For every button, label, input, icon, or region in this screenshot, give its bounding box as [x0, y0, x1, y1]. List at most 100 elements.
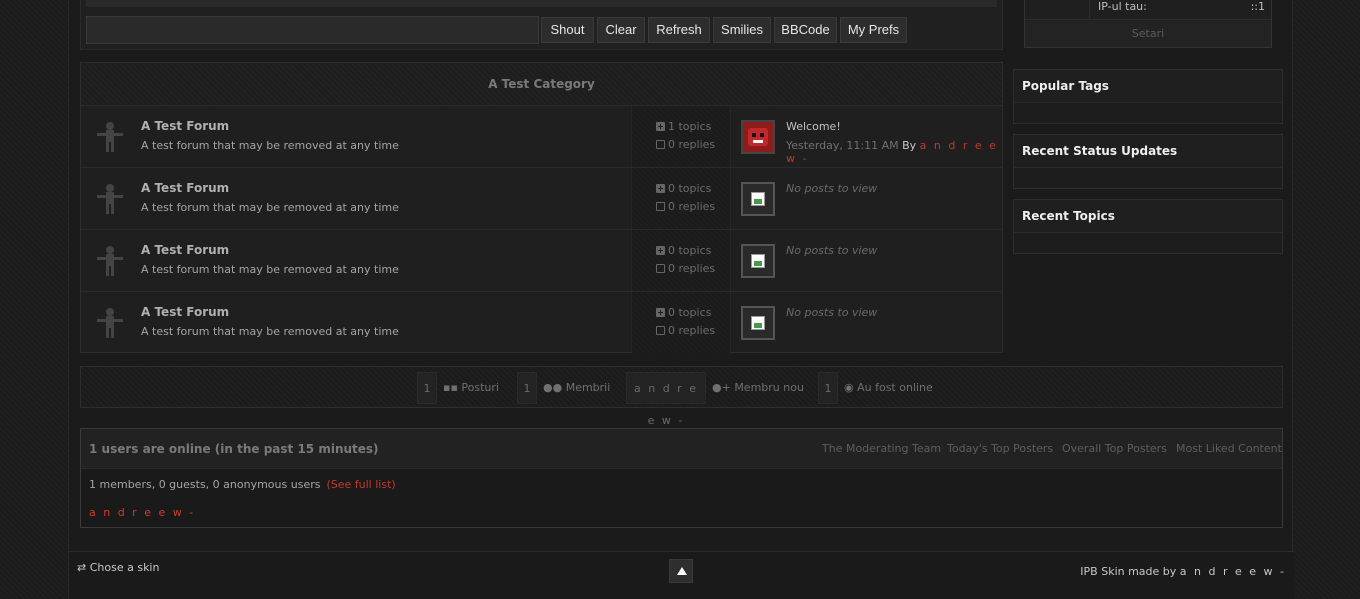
credit-author[interactable]: a n d r e e w -	[1180, 565, 1286, 578]
plus-icon	[656, 246, 665, 255]
topics-count: 0 topics	[656, 306, 711, 319]
shoutbox: Shout Clear Refresh Smilies BBCode My Pr…	[80, 0, 1003, 50]
newest-member-label: ●+ Membru nou	[712, 381, 804, 394]
online-count: 1	[818, 372, 838, 404]
last-post-by: By	[902, 139, 917, 152]
skin-credit: IPB Skin made by a n d r e e w -	[1080, 565, 1286, 578]
most-liked-content-link[interactable]: Most Liked Content	[1176, 442, 1282, 455]
online-users-title: 1 users are online (in the past 15 minut…	[89, 442, 379, 456]
ip-info-box: IP-ul tau: ::1 Setari	[1024, 0, 1272, 48]
forum-title[interactable]: A Test Forum	[141, 305, 229, 319]
reply-icon	[656, 264, 665, 273]
comments-icon: ▪▪	[443, 381, 462, 394]
my-prefs-button[interactable]: My Prefs	[840, 17, 907, 43]
exchange-icon: ⇄	[77, 561, 90, 574]
skin-chooser[interactable]: ⇄ Chose a skin	[77, 561, 159, 574]
forum-icon	[91, 306, 129, 340]
recent-topics-title: Recent Topics	[1014, 200, 1282, 233]
plus-icon	[656, 308, 665, 317]
user-plus-icon: ●+	[712, 381, 735, 394]
posts-label: ▪▪ Posturi	[443, 381, 499, 394]
clear-button[interactable]: Clear	[597, 17, 645, 43]
forum-row: A Test Forum A test forum that may be re…	[81, 230, 1002, 292]
smilies-button[interactable]: Smilies	[713, 17, 771, 43]
recent-status-title: Recent Status Updates	[1014, 135, 1282, 168]
recent-topics-box: Recent Topics	[1013, 199, 1283, 254]
replies-count: 0 replies	[656, 324, 715, 337]
forum-icon	[91, 182, 129, 216]
board-stats-bar: 1 ▪▪ Posturi 1 ●● Membrii a n d r e e w …	[80, 366, 1283, 427]
members-count: 1	[517, 372, 537, 404]
page-wrapper: Shout Clear Refresh Smilies BBCode My Pr…	[68, 0, 1294, 599]
plus-icon	[656, 122, 665, 131]
forum-description: A test forum that may be removed at any …	[141, 325, 399, 338]
plus-icon	[656, 184, 665, 193]
forum-stats: 0 topics 0 replies	[631, 230, 731, 291]
no-posts-text: No posts to view	[786, 244, 878, 257]
last-post-time: Yesterday, 11:11 AM	[786, 139, 899, 152]
forum-stats: 0 topics 0 replies	[631, 168, 731, 229]
no-posts-text: No posts to view	[786, 306, 878, 319]
forum-row: A Test Forum A test forum that may be re…	[81, 106, 1002, 168]
broken-avatar	[741, 244, 775, 278]
no-posts-text: No posts to view	[786, 182, 878, 195]
online-users-header: 1 users are online (in the past 15 minut…	[81, 429, 1282, 469]
forum-description: A test forum that may be removed at any …	[141, 263, 399, 276]
forum-stats: 0 topics 0 replies	[631, 292, 731, 353]
see-full-list-link[interactable]: (See full list)	[326, 478, 395, 491]
forum-icon	[91, 120, 129, 154]
posts-count: 1	[417, 372, 437, 404]
shout-input[interactable]	[86, 16, 539, 44]
settings-button[interactable]: Setari	[1025, 21, 1271, 47]
broken-image-icon	[751, 192, 765, 206]
last-post-title[interactable]: Welcome!	[786, 120, 1002, 133]
bbcode-button[interactable]: BBCode	[774, 17, 837, 43]
category-title[interactable]: A Test Category	[81, 63, 1002, 106]
ip-value: ::1	[1250, 0, 1265, 13]
forum-title[interactable]: A Test Forum	[141, 181, 229, 195]
eye-icon: ◉	[844, 381, 858, 394]
online-label: ◉ Au fost online	[844, 381, 933, 394]
replies-count: 0 replies	[656, 138, 715, 151]
broken-avatar	[741, 182, 775, 216]
replies-count: 0 replies	[656, 200, 715, 213]
forum-row: A Test Forum A test forum that may be re…	[81, 292, 1002, 354]
refresh-button[interactable]: Refresh	[648, 17, 710, 43]
last-poster-avatar[interactable]	[741, 120, 775, 154]
broken-avatar	[741, 306, 775, 340]
footer: ⇄ Chose a skin IPB Skin made by a n d r …	[69, 551, 1294, 599]
newest-member[interactable]: a n d r e e w -	[626, 372, 706, 427]
broken-image-icon	[751, 254, 765, 268]
forum-row: A Test Forum A test forum that may be re…	[81, 168, 1002, 230]
forum-title[interactable]: A Test Forum	[141, 119, 229, 133]
broken-image-icon	[751, 316, 765, 330]
back-to-top-button[interactable]	[669, 559, 693, 583]
forum-stats: 1 topics 0 replies	[631, 106, 731, 167]
topics-count: 0 topics	[656, 244, 711, 257]
ip-divider	[1089, 0, 1090, 20]
online-user[interactable]: a n d r e e w -	[89, 506, 195, 519]
overall-top-posters-link[interactable]: Overall Top Posters	[1062, 442, 1167, 455]
forum-icon	[91, 244, 129, 278]
popular-tags-title: Popular Tags	[1014, 70, 1282, 103]
online-users-box: 1 users are online (in the past 15 minut…	[80, 428, 1283, 528]
last-post: Welcome! Yesterday, 11:11 AM By a n d r …	[786, 120, 1002, 165]
shout-button[interactable]: Shout	[541, 17, 594, 43]
reply-icon	[656, 140, 665, 149]
forum-description: A test forum that may be removed at any …	[141, 201, 399, 214]
users-icon: ●●	[543, 381, 566, 394]
popular-tags-box: Popular Tags	[1013, 69, 1283, 124]
moderating-team-link[interactable]: The Moderating Team	[822, 442, 941, 455]
ip-label: IP-ul tau:	[1098, 0, 1147, 13]
replies-count: 0 replies	[656, 262, 715, 275]
reply-icon	[656, 202, 665, 211]
recent-status-box: Recent Status Updates	[1013, 134, 1283, 189]
forum-title[interactable]: A Test Forum	[141, 243, 229, 257]
last-post-meta: Yesterday, 11:11 AM By a n d r e e w -	[786, 139, 1002, 165]
forum-category: A Test Category A Test Forum A test foru…	[80, 62, 1003, 353]
forum-description: A test forum that may be removed at any …	[141, 139, 399, 152]
members-label: ●● Membrii	[543, 381, 611, 394]
todays-top-posters-link[interactable]: Today's Top Posters	[947, 442, 1053, 455]
topics-count: 0 topics	[656, 182, 711, 195]
reply-icon	[656, 326, 665, 335]
